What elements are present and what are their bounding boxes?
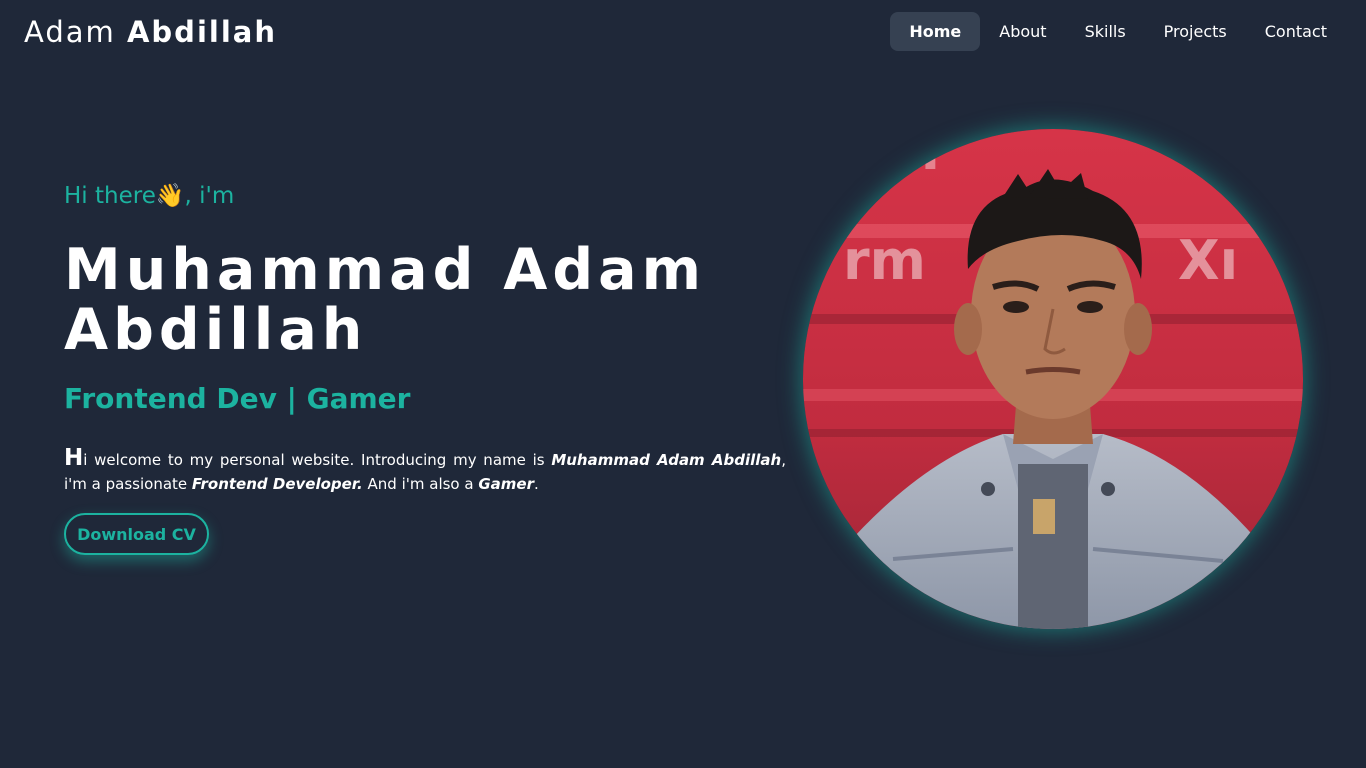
nav-item-about[interactable]: About [980, 12, 1065, 51]
intro-text-1: i welcome to my personal website. Introd… [83, 451, 552, 469]
intro-role-emphasis: Frontend Developer. [191, 475, 363, 493]
nav-item-home[interactable]: Home [890, 12, 981, 51]
download-cv-button[interactable]: Download CV [64, 513, 209, 555]
intro-text-3: And i'm also a [362, 475, 479, 493]
nav-item-contact[interactable]: Contact [1246, 12, 1346, 51]
nav-links: Home About Skills Projects Contact [890, 12, 1346, 51]
page: Adam Abdillah Home About Skills Projects… [0, 0, 1366, 768]
hero-intro: Hi welcome to my personal website. Intro… [64, 446, 786, 496]
svg-text:Xı: Xı [1178, 229, 1238, 292]
profile-photo-illustration: mm rm Xı [803, 129, 1303, 629]
intro-hobby-emphasis: Gamer [478, 475, 534, 493]
profile-photo: mm rm Xı [803, 129, 1303, 629]
intro-dropcap: H [64, 445, 84, 471]
brand-logo[interactable]: Adam Abdillah [24, 15, 277, 49]
hero-name: Muhammad Adam Abdillah [64, 237, 707, 363]
brand-first: Adam [24, 15, 116, 49]
intro-text-4: . [533, 475, 539, 493]
brand-last: Abdillah [126, 15, 277, 49]
svg-text:mm: mm [823, 129, 940, 183]
nav-item-projects[interactable]: Projects [1145, 12, 1246, 51]
hero-role: Frontend Dev | Gamer [64, 382, 411, 415]
navbar: Adam Abdillah Home About Skills Projects… [0, 0, 1366, 66]
nav-item-skills[interactable]: Skills [1066, 12, 1145, 51]
hero-greeting: Hi there👋, i'm [64, 183, 235, 209]
svg-text:rm: rm [843, 229, 926, 292]
intro-name-emphasis: Muhammad Adam Abdillah [551, 451, 782, 469]
